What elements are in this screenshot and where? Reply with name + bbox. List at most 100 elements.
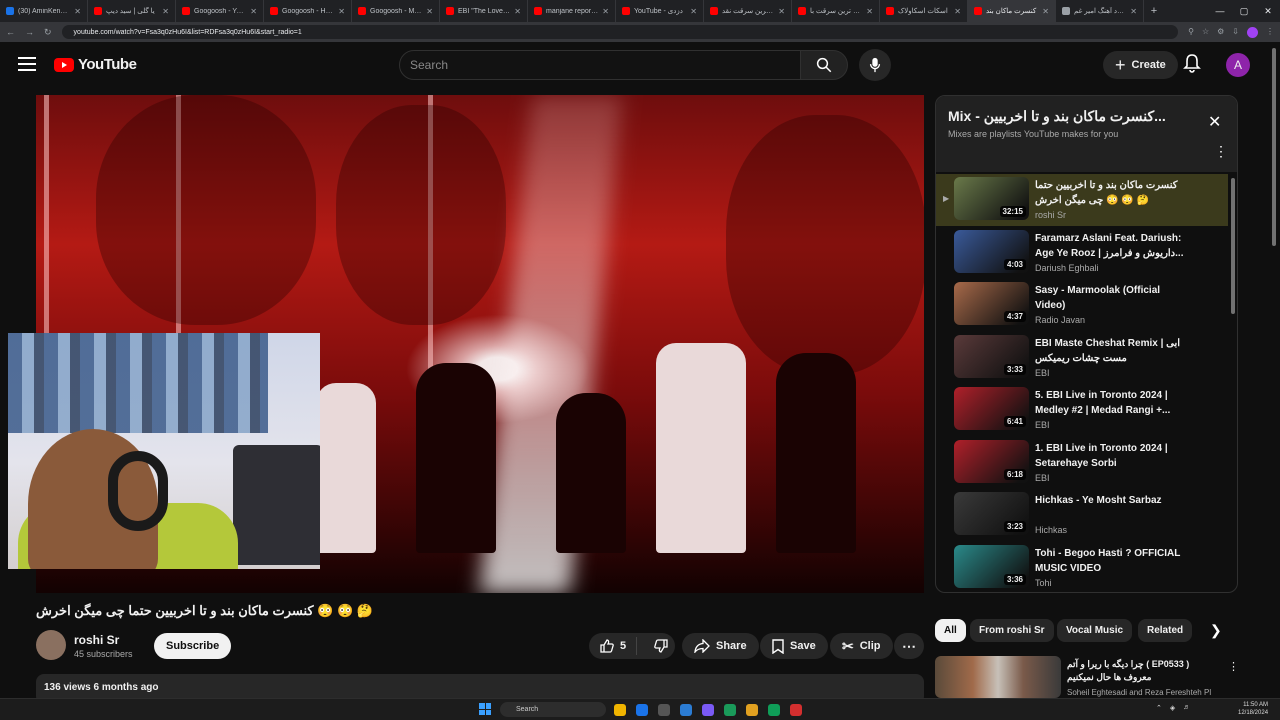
playlist-item-title[interactable]: Sasy - Marmoolak (Official Video) bbox=[1035, 283, 1185, 313]
tab-close-icon[interactable]: ✕ bbox=[162, 7, 169, 16]
browser-tab[interactable]: Googoosh - YouTub ✕ bbox=[176, 0, 264, 22]
menu-icon[interactable]: ⋮ bbox=[1266, 27, 1274, 38]
downloads-icon[interactable]: ⇩ bbox=[1232, 27, 1239, 38]
taskbar-app-icon[interactable] bbox=[746, 704, 758, 716]
url-field[interactable]: youtube.com/watch?v=Fsa3q0zHu6I&list=RDF… bbox=[61, 25, 1179, 39]
browser-tab[interactable]: (30) AminKenzi - Tu ✕ bbox=[0, 0, 88, 22]
related-video[interactable]: چرا دیگه با ریرا و آتم ( EP0533 ) معروف … bbox=[935, 656, 1239, 698]
notifications-button[interactable] bbox=[1183, 53, 1201, 78]
related-thumbnail[interactable] bbox=[935, 656, 1061, 698]
tab-close-icon[interactable]: ✕ bbox=[74, 7, 81, 16]
volume-icon[interactable]: ♬ bbox=[1183, 704, 1190, 712]
related-title[interactable]: چرا دیگه با ریرا و آتم ( EP0533 ) معروف … bbox=[1067, 658, 1217, 684]
channel-avatar[interactable] bbox=[36, 630, 66, 660]
youtube-logo[interactable]: YouTube bbox=[54, 56, 137, 73]
browser-tab[interactable]: اسکات اسکاولاک ✕ bbox=[880, 0, 968, 22]
tab-close-icon[interactable]: ✕ bbox=[690, 7, 697, 16]
taskbar-app-icon[interactable] bbox=[702, 704, 714, 716]
filter-chip[interactable]: All bbox=[935, 619, 966, 642]
like-button[interactable]: 5 bbox=[589, 637, 638, 655]
related-channel[interactable]: Soheil Eghtesadi and Reza Fereshteh Pl bbox=[1067, 688, 1211, 697]
playlist-item[interactable]: 3:23 Hichkas - Ye Mosht Sarbaz Hichkas bbox=[936, 489, 1228, 541]
taskbar-app-icon[interactable] bbox=[768, 704, 780, 716]
taskbar-search[interactable]: Search bbox=[500, 702, 606, 717]
search-input[interactable]: Search bbox=[399, 50, 801, 80]
playlist-item[interactable]: ▶ 32:15 کنسرت ماکان بند و تا اخربیین حتما … bbox=[936, 174, 1228, 226]
browser-tab[interactable]: عجیب ترین سرقت با ✕ bbox=[792, 0, 880, 22]
tab-close-icon[interactable]: ✕ bbox=[514, 7, 521, 16]
browser-tab[interactable]: Googoosh - Mano ✕ bbox=[352, 0, 440, 22]
filter-chip[interactable]: Vocal Music bbox=[1057, 619, 1133, 642]
windows-start-icon[interactable] bbox=[479, 703, 491, 715]
close-playlist-icon[interactable]: ✕ bbox=[1208, 112, 1221, 132]
new-tab-button[interactable]: + bbox=[1144, 5, 1164, 17]
playlist-item-title[interactable]: Faramarz Aslani Feat. Dariush: Age Ye Ro… bbox=[1035, 231, 1185, 261]
browser-tab[interactable]: بزرگترین سرقت نقد✕ bbox=[704, 0, 792, 22]
taskbar-app-icon[interactable] bbox=[614, 704, 626, 716]
playlist-item[interactable]: 3:36 Tohi - Begoo Hasti ? OFFICIAL MUSIC … bbox=[936, 542, 1228, 593]
search-button[interactable] bbox=[800, 50, 848, 80]
create-button[interactable]: + Create bbox=[1103, 51, 1178, 79]
profile-icon[interactable] bbox=[1247, 26, 1258, 38]
playlist-thumbnail[interactable]: 6:41 bbox=[954, 387, 1029, 430]
taskbar-clock[interactable]: 11:50 AM 12/18/2024 bbox=[1238, 701, 1268, 717]
chips-next-icon[interactable]: ❯ bbox=[1210, 622, 1222, 639]
playlist-item-title[interactable]: کنسرت ماکان بند و تا اخربیین حتما چی میگ… bbox=[1035, 178, 1185, 208]
playlist-item-title[interactable]: Tohi - Begoo Hasti ? OFFICIAL MUSIC VIDE… bbox=[1035, 546, 1185, 576]
tab-close-icon[interactable]: ✕ bbox=[338, 7, 345, 16]
filter-chip[interactable]: Related bbox=[1138, 619, 1193, 642]
dislike-button[interactable] bbox=[643, 638, 679, 654]
chevron-up-icon[interactable]: ⌃ bbox=[1156, 704, 1162, 712]
browser-tab[interactable]: دانلود آهنگ امیر غم ✕ bbox=[1056, 0, 1144, 22]
page-scrollbar[interactable] bbox=[1272, 48, 1276, 246]
playlist-thumbnail[interactable]: 3:36 bbox=[954, 544, 1029, 588]
taskbar-app-icon[interactable] bbox=[658, 704, 670, 716]
browser-tab[interactable]: EBI "The Love Proje ✕ bbox=[440, 0, 528, 22]
playlist-item[interactable]: 4:37 Sasy - Marmoolak (Official Video) Rad… bbox=[936, 279, 1228, 331]
clip-button[interactable]: ✂ Clip bbox=[830, 633, 893, 659]
playlist-item-title[interactable]: 5. EBI Live in Toronto 2024 | Medley #2 … bbox=[1035, 388, 1185, 418]
channel-name[interactable]: roshi Sr bbox=[74, 633, 119, 647]
playlist-thumbnail[interactable]: 6:18 bbox=[954, 439, 1029, 483]
tab-close-icon[interactable]: ✕ bbox=[602, 7, 609, 16]
more-actions-button[interactable]: ⋯ bbox=[894, 633, 924, 659]
filter-chip[interactable]: From roshi Sr bbox=[970, 619, 1054, 642]
playlist-item-title[interactable]: 1. EBI Live in Toronto 2024 | Setarehaye… bbox=[1035, 441, 1185, 471]
maximize-icon[interactable]: ▢ bbox=[1232, 0, 1256, 22]
browser-tab[interactable]: کنسرت ماکان بند ✕ bbox=[968, 0, 1056, 22]
playlist-thumbnail[interactable]: 32:15 bbox=[954, 177, 1029, 220]
close-window-icon[interactable]: ✕ bbox=[1256, 0, 1280, 22]
tab-close-icon[interactable]: ✕ bbox=[778, 7, 785, 16]
taskbar-app-icon[interactable] bbox=[790, 704, 802, 716]
account-avatar[interactable]: A bbox=[1226, 53, 1250, 77]
playlist-item-title[interactable]: EBI Maste Cheshat Remix | ابی مست چشات ر… bbox=[1035, 336, 1185, 366]
related-menu-icon[interactable]: ⋮ bbox=[1228, 660, 1239, 673]
back-icon[interactable]: ← bbox=[6, 27, 15, 37]
wifi-icon[interactable]: ◈ bbox=[1170, 704, 1175, 712]
playlist-thumbnail[interactable]: 3:23 bbox=[954, 492, 1029, 535]
subscribe-button[interactable]: Subscribe bbox=[154, 633, 232, 659]
playlist-thumbnail[interactable]: 3:33 bbox=[954, 334, 1029, 378]
browser-tab[interactable]: یا گلی | سید دیپ ✕ bbox=[88, 0, 176, 22]
save-button[interactable]: Save bbox=[760, 633, 828, 659]
playlist-item[interactable]: 6:41 5. EBI Live in Toronto 2024 | Medley… bbox=[936, 384, 1228, 436]
playlist-scrollbar[interactable] bbox=[1231, 178, 1235, 314]
tab-close-icon[interactable]: ✕ bbox=[954, 7, 961, 16]
playlist-menu-icon[interactable]: ⋮ bbox=[1214, 144, 1228, 158]
playlist-thumbnail[interactable]: 4:03 bbox=[954, 229, 1029, 273]
browser-tab[interactable]: YouTube - دزدی ✕ bbox=[616, 0, 704, 22]
zoom-icon[interactable]: ⚲ bbox=[1188, 27, 1194, 38]
browser-tab[interactable]: Googoosh - Hamsa ✕ bbox=[264, 0, 352, 22]
extension-icon[interactable]: ⚙ bbox=[1217, 27, 1224, 38]
tab-close-icon[interactable]: ✕ bbox=[250, 7, 257, 16]
forward-icon[interactable]: → bbox=[25, 27, 34, 37]
taskbar-app-icon[interactable] bbox=[680, 704, 692, 716]
minimize-icon[interactable]: — bbox=[1208, 0, 1232, 22]
tab-close-icon[interactable]: ✕ bbox=[1042, 7, 1049, 16]
tab-close-icon[interactable]: ✕ bbox=[866, 7, 873, 16]
bookmark-star-icon[interactable]: ☆ bbox=[1202, 27, 1209, 38]
browser-tab[interactable]: manjane reports - ✕ bbox=[528, 0, 616, 22]
voice-search-button[interactable] bbox=[859, 49, 891, 81]
playlist-item-title[interactable]: Hichkas - Ye Mosht Sarbaz bbox=[1035, 493, 1185, 508]
tab-close-icon[interactable]: ✕ bbox=[1130, 7, 1137, 16]
